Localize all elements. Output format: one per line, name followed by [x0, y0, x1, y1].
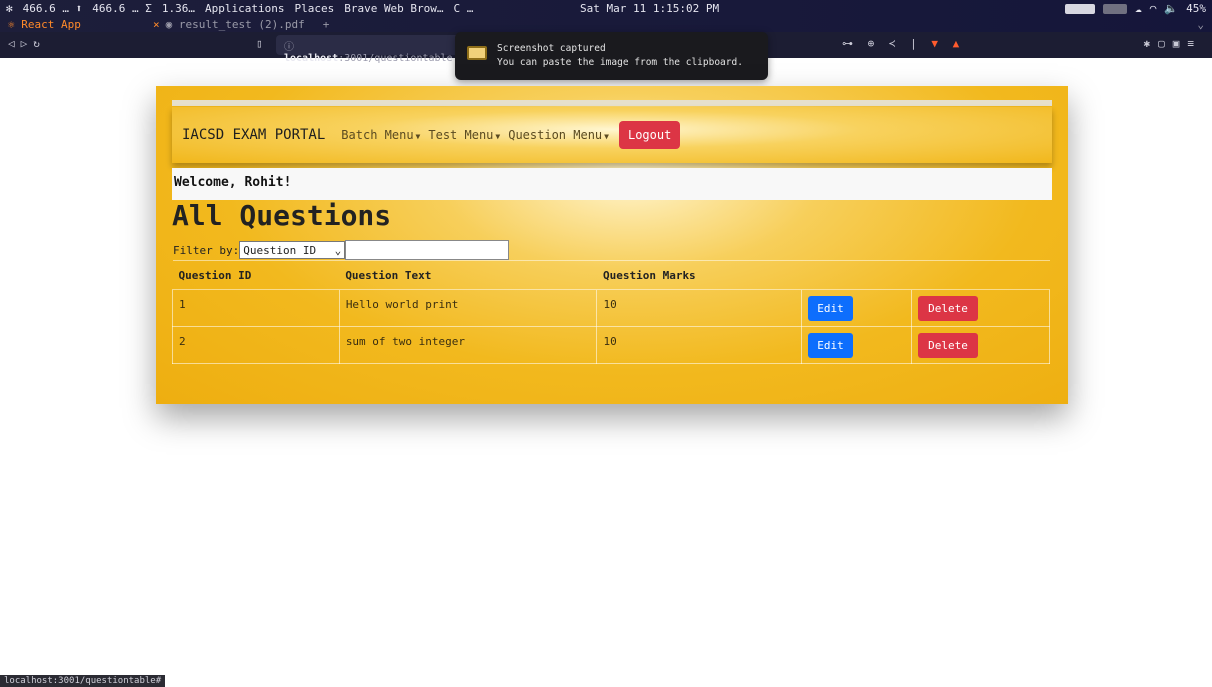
- cloud-icon: ☁: [1135, 2, 1142, 15]
- clock[interactable]: Sat Mar 11 1:15:02 PM: [580, 2, 719, 15]
- bookmark-icon[interactable]: ▯: [256, 37, 263, 50]
- screenshot-notification[interactable]: Screenshot captured You can paste the im…: [455, 32, 768, 80]
- address-bar[interactable]: ⓘ localhost:3001/questiontable: [276, 35, 466, 64]
- batch-menu-dropdown[interactable]: Batch Menu ▼: [341, 128, 420, 142]
- header-actions-2: [911, 260, 1050, 290]
- tab-close-icon[interactable]: ×: [153, 18, 160, 31]
- applications-menu[interactable]: Applications: [205, 2, 284, 15]
- places-menu[interactable]: Places: [294, 2, 334, 15]
- cell-question-marks: 10: [596, 326, 803, 364]
- browser-menu-icons[interactable]: ✱▢▣≡: [1144, 37, 1203, 50]
- toast-title: Screenshot captured: [497, 43, 606, 54]
- net-download: 466.6 … ⬆: [22, 1, 83, 15]
- toast-message: You can paste the image from the clipboa…: [497, 57, 743, 68]
- net-upload: 466.6 … Σ: [92, 1, 152, 15]
- filter-select[interactable]: Question ID ⌄: [239, 241, 346, 259]
- terminal-task[interactable]: C …: [454, 2, 474, 15]
- volume-icon[interactable]: 🔈: [1164, 2, 1178, 15]
- url-host: localhost: [284, 53, 339, 64]
- brave-rewards-icon[interactable]: ▲: [953, 37, 964, 50]
- edit-button[interactable]: Edit: [808, 295, 853, 321]
- system-top-bar: ✻ 466.6 … ⬆ 466.6 … Σ 1.36… Applications…: [0, 0, 1212, 32]
- chevron-down-icon[interactable]: ⌄: [1197, 18, 1204, 31]
- filter-label: Filter by:: [173, 243, 240, 257]
- url-path: :3001/questiontable: [338, 53, 453, 64]
- brand-title[interactable]: IACSD EXAM PORTAL: [182, 127, 325, 143]
- wifi-icon[interactable]: ◠: [1150, 2, 1157, 15]
- cell-question-text: sum of two integer: [338, 326, 598, 364]
- chevron-down-icon: ⌄: [334, 243, 342, 257]
- header-question-marks: Question Marks: [596, 260, 802, 290]
- header-actions: [801, 260, 912, 290]
- delete-button[interactable]: Delete: [918, 332, 978, 358]
- table-header-row: Question ID Question Text Question Marks: [172, 260, 1050, 290]
- workspace-indicator[interactable]: [1065, 3, 1096, 14]
- table-row: 2 sum of two integer 10 Edit Delete: [172, 326, 1050, 364]
- tab-react-app[interactable]: ⚛ React App: [8, 18, 153, 31]
- brave-shield-icon[interactable]: ▼: [931, 37, 942, 50]
- cell-delete: Delete: [911, 326, 1050, 364]
- delete-button[interactable]: Delete: [918, 295, 978, 321]
- logout-button[interactable]: Logout: [618, 121, 681, 149]
- question-menu-dropdown[interactable]: Question Menu ▼: [508, 128, 609, 142]
- cell-edit: Edit: [801, 289, 913, 327]
- cell-question-text: Hello world print: [338, 289, 598, 327]
- site-info-icon[interactable]: ⓘ: [284, 42, 294, 53]
- test-menu-dropdown[interactable]: Test Menu ▼: [428, 128, 500, 142]
- header-question-text: Question Text: [339, 260, 597, 290]
- cell-delete: Delete: [911, 289, 1050, 327]
- cpu-indicator: 1.36…: [161, 1, 195, 15]
- caret-down-icon: ▼: [495, 132, 501, 141]
- brave-task[interactable]: Brave Web Brow…: [344, 2, 443, 15]
- filter-bar: Filter by: Question ID ⌄: [173, 240, 510, 260]
- nav-controls[interactable]: ◁▷↻: [8, 37, 46, 50]
- cell-question-marks: 10: [596, 289, 803, 327]
- caret-down-icon: ▼: [604, 132, 609, 141]
- top-divider: [172, 100, 1052, 106]
- caret-down-icon: ▼: [415, 132, 421, 141]
- extension-icons[interactable]: ⊶ ⊕ ≺ | ▼ ▲: [842, 37, 963, 50]
- table-row: 1 Hello world print 10 Edit Delete: [172, 289, 1050, 327]
- screenshot-icon: [467, 46, 487, 60]
- system-icon[interactable]: ✻: [6, 2, 13, 15]
- page-title: All Questions: [172, 199, 392, 232]
- battery-indicator: 45%: [1186, 2, 1206, 15]
- new-tab-button[interactable]: +: [323, 18, 330, 31]
- cell-question-id: 2: [172, 326, 340, 364]
- welcome-message: Welcome, Rohit!: [172, 168, 1052, 200]
- status-bar-url: localhost:3001/questiontable#: [0, 675, 166, 687]
- cell-question-id: 1: [172, 289, 340, 327]
- workspace-indicator-2[interactable]: [1103, 3, 1128, 14]
- header-question-id: Question ID: [172, 260, 340, 290]
- tab-result-pdf[interactable]: ◉ result_test (2).pdf: [166, 18, 305, 31]
- cell-edit: Edit: [801, 326, 913, 364]
- questions-table: Question ID Question Text Question Marks…: [172, 260, 1050, 364]
- edit-button[interactable]: Edit: [808, 332, 853, 358]
- app-navbar: IACSD EXAM PORTAL Batch Menu ▼ Test Menu ▼…: [172, 107, 1052, 163]
- main-card: IACSD EXAM PORTAL Batch Menu ▼ Test Menu ▼…: [156, 86, 1068, 404]
- filter-input[interactable]: [345, 240, 510, 260]
